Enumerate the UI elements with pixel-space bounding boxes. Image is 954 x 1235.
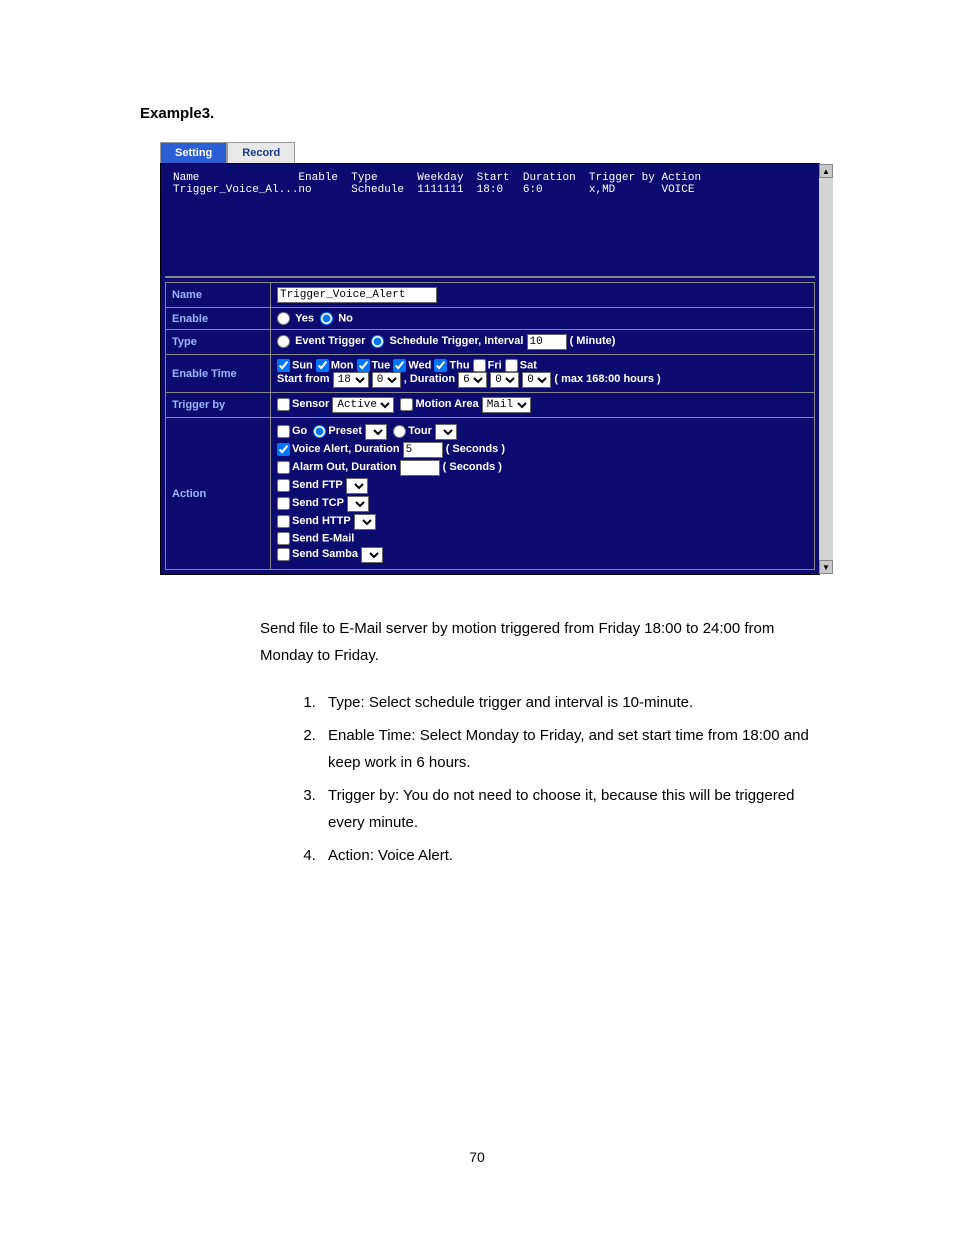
event-trigger-radio[interactable] (277, 335, 290, 348)
thu-label: Thu (449, 359, 469, 371)
seconds-label-1: ( Seconds ) (446, 443, 505, 455)
sat-label: Sat (520, 359, 537, 371)
day-sun-checkbox[interactable] (277, 359, 290, 372)
label-enable-time: Enable Time (166, 355, 271, 393)
name-input[interactable] (277, 287, 437, 303)
enable-no-radio[interactable] (320, 312, 333, 325)
send-http-checkbox[interactable] (277, 515, 290, 528)
day-sat-checkbox[interactable] (505, 359, 518, 372)
trigger-list: Name Enable Type Weekday Start Duration … (165, 168, 815, 278)
list-item: Action: Voice Alert. (320, 842, 814, 869)
samba-select[interactable] (361, 547, 383, 563)
label-type: Type (166, 330, 271, 355)
yes-label: Yes (295, 312, 314, 324)
day-mon-checkbox[interactable] (316, 359, 329, 372)
start-min-select[interactable]: 0 (372, 372, 401, 388)
go-label: Go (292, 425, 307, 437)
minute-label: ( Minute) (570, 335, 616, 347)
preset-radio[interactable] (313, 425, 326, 438)
day-fri-checkbox[interactable] (473, 359, 486, 372)
motion-area-select[interactable]: Mail (482, 397, 531, 413)
schedule-trigger-label: Schedule Trigger, Interval (390, 335, 524, 347)
instruction-list: Type: Select schedule trigger and interv… (320, 689, 814, 869)
tour-label: Tour (408, 425, 432, 437)
mon-label: Mon (331, 359, 354, 371)
tab-record[interactable]: Record (227, 142, 295, 163)
list-item: Type: Select schedule trigger and interv… (320, 689, 814, 716)
day-thu-checkbox[interactable] (434, 359, 447, 372)
enable-yes-radio[interactable] (277, 312, 290, 325)
send-samba-label: Send Samba (292, 548, 358, 560)
send-tcp-checkbox[interactable] (277, 497, 290, 510)
tour-select[interactable] (435, 424, 457, 440)
seconds-label-2: ( Seconds ) (443, 461, 502, 473)
max-hours-label: ( max 168:00 hours ) (554, 373, 660, 385)
tue-label: Tue (372, 359, 391, 371)
send-samba-checkbox[interactable] (277, 548, 290, 561)
motion-area-label: Motion Area (415, 398, 478, 410)
voice-alert-label: Voice Alert, Duration (292, 443, 400, 455)
day-tue-checkbox[interactable] (357, 359, 370, 372)
config-form: Name Enable Yes No Type Event Trigge (165, 282, 815, 570)
alarm-duration-input[interactable] (400, 460, 440, 476)
send-email-label: Send E-Mail (292, 532, 354, 544)
sun-label: Sun (292, 359, 313, 371)
sensor-select[interactable]: Active (332, 397, 394, 413)
page-number: 70 (140, 1149, 814, 1165)
preset-select[interactable] (365, 424, 387, 440)
scroll-up-icon[interactable]: ▲ (819, 164, 833, 178)
label-name: Name (166, 283, 271, 308)
voice-alert-checkbox[interactable] (277, 443, 290, 456)
tcp-select[interactable] (347, 496, 369, 512)
go-checkbox[interactable] (277, 425, 290, 438)
schedule-trigger-radio[interactable] (371, 335, 384, 348)
wed-label: Wed (408, 359, 431, 371)
list-row[interactable]: Trigger_Voice_Al...no Schedule 1111111 1… (173, 184, 807, 196)
dur-m-select[interactable]: 0 (490, 372, 519, 388)
label-action: Action (166, 418, 271, 570)
preset-label: Preset (328, 425, 362, 437)
duration-label: , Duration (404, 373, 455, 385)
label-enable: Enable (166, 308, 271, 330)
send-http-label: Send HTTP (292, 515, 351, 527)
send-tcp-label: Send TCP (292, 497, 344, 509)
scroll-down-icon[interactable]: ▼ (819, 560, 833, 574)
send-ftp-checkbox[interactable] (277, 479, 290, 492)
config-window: Setting Record ▲ ▼ Name Enable Type Week… (160, 142, 820, 575)
fri-label: Fri (488, 359, 502, 371)
day-wed-checkbox[interactable] (393, 359, 406, 372)
no-label: No (338, 312, 353, 324)
list-header: Name Enable Type Weekday Start Duration … (173, 172, 807, 184)
dur-s-select[interactable]: 0 (522, 372, 551, 388)
alarm-out-label: Alarm Out, Duration (292, 461, 397, 473)
http-select[interactable] (354, 514, 376, 530)
dur-h-select[interactable]: 6 (458, 372, 487, 388)
list-item: Enable Time: Select Monday to Friday, an… (320, 722, 814, 776)
start-hour-select[interactable]: 18 (333, 372, 369, 388)
motion-area-checkbox[interactable] (400, 398, 413, 411)
description-text: Send file to E-Mail server by motion tri… (260, 615, 814, 669)
start-from-label: Start from (277, 373, 330, 385)
sensor-label: Sensor (292, 398, 329, 410)
voice-duration-input[interactable] (403, 442, 443, 458)
interval-input[interactable] (527, 334, 567, 350)
tab-setting[interactable]: Setting (160, 142, 227, 163)
scrollbar[interactable]: ▲ ▼ (819, 164, 833, 574)
label-trigger-by: Trigger by (166, 393, 271, 418)
example-heading: Example3. (140, 105, 814, 122)
list-item: Trigger by: You do not need to choose it… (320, 782, 814, 836)
sensor-checkbox[interactable] (277, 398, 290, 411)
ftp-select[interactable] (346, 478, 368, 494)
alarm-out-checkbox[interactable] (277, 461, 290, 474)
event-trigger-label: Event Trigger (295, 335, 365, 347)
send-email-checkbox[interactable] (277, 532, 290, 545)
send-ftp-label: Send FTP (292, 479, 343, 491)
tour-radio[interactable] (393, 425, 406, 438)
